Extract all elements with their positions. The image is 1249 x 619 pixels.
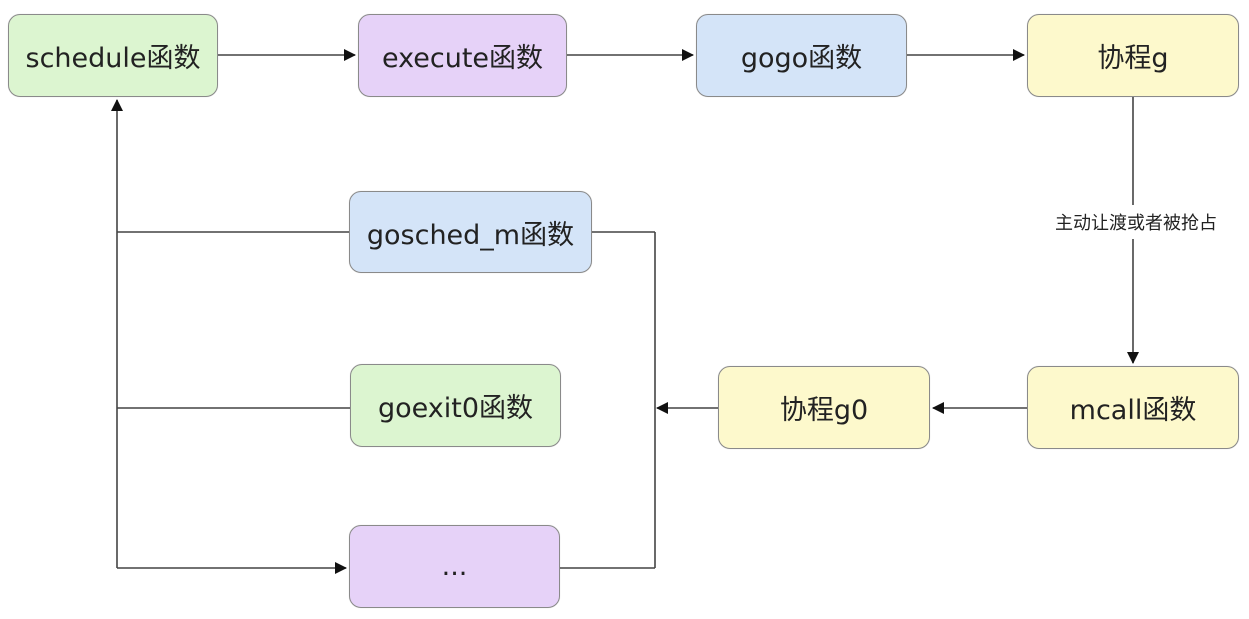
node-ellipsis-label: ...	[441, 551, 468, 582]
node-coroutine-g0-label: 协程g0	[779, 395, 869, 426]
node-coroutine-g0: 协程g0	[718, 366, 930, 449]
node-goexit0: goexit0函数	[350, 364, 561, 447]
node-gogo: gogo函数	[696, 14, 907, 97]
node-execute-label: execute函数	[381, 43, 544, 74]
node-coroutine-g-label: 协程g	[1097, 43, 1169, 74]
node-gogo-label: gogo函数	[740, 43, 863, 74]
node-execute: execute函数	[358, 14, 567, 97]
node-mcall-label: mcall函数	[1069, 395, 1197, 426]
node-gosched-m: gosched_m函数	[349, 191, 592, 273]
node-gosched-m-label: gosched_m函数	[366, 219, 575, 251]
node-schedule: schedule函数	[8, 14, 218, 97]
node-schedule-label: schedule函数	[25, 43, 201, 74]
node-ellipsis: ...	[349, 525, 560, 608]
node-mcall: mcall函数	[1027, 366, 1239, 449]
diagram-canvas: schedule函数 execute函数 gogo函数 协程g gosched_…	[0, 0, 1249, 619]
node-goexit0-label: goexit0函数	[377, 393, 534, 424]
edge-label-yield-or-preempt: 主动让渡或者被抢占	[1036, 205, 1236, 239]
node-coroutine-g: 协程g	[1027, 14, 1239, 97]
